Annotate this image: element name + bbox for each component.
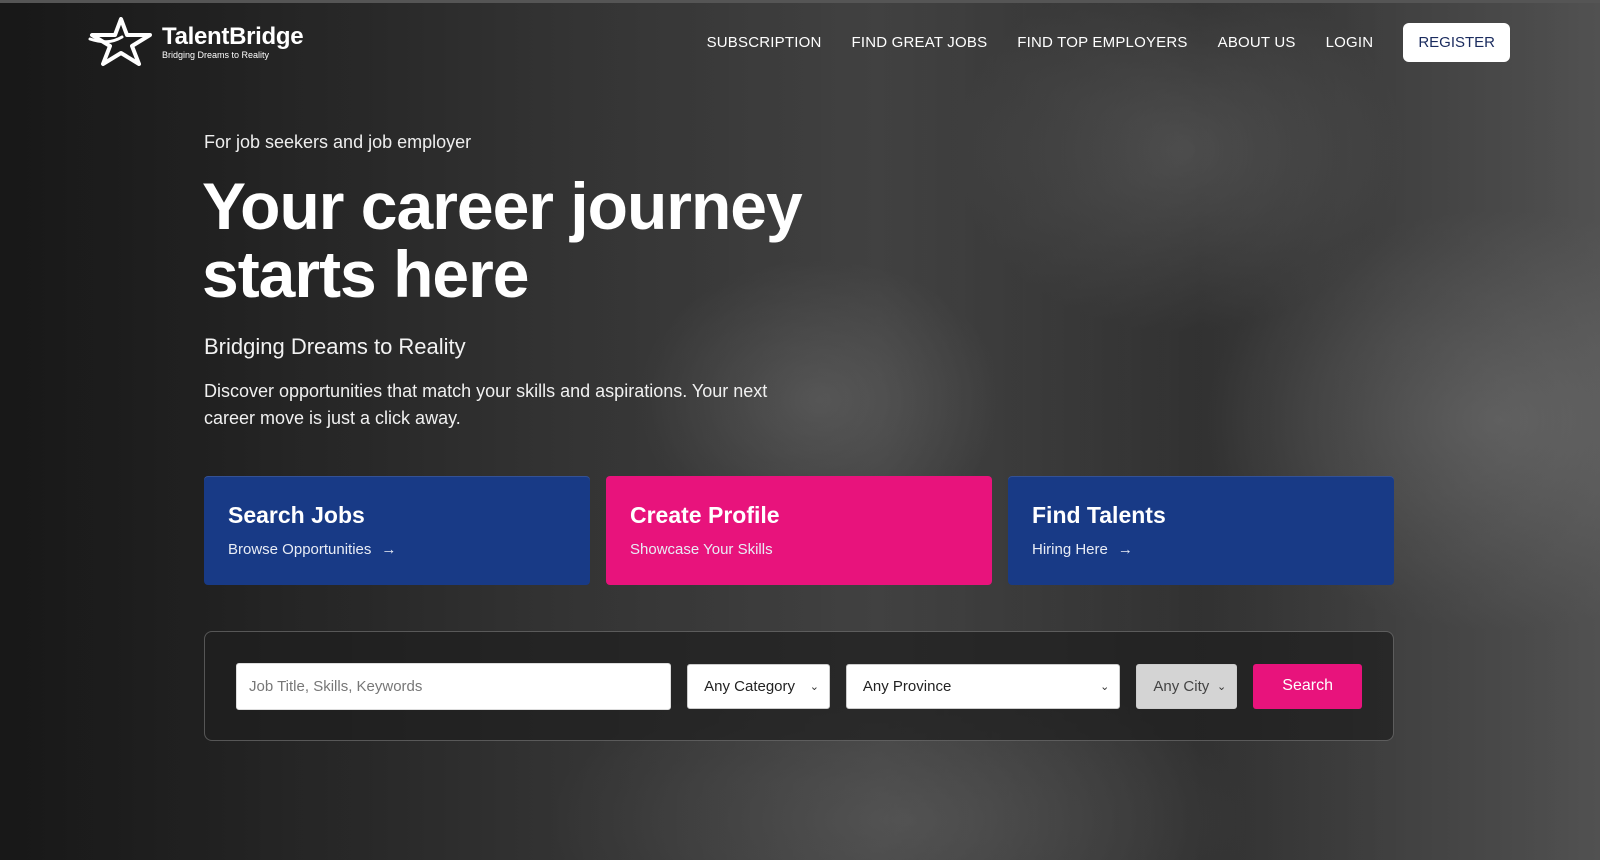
arrow-right-icon: → [381, 541, 397, 558]
card-subtitle-row: Hiring Here → [1032, 541, 1370, 558]
nav-find-top-employers[interactable]: FIND TOP EMPLOYERS [1017, 34, 1187, 51]
keyword-search-input[interactable] [236, 662, 672, 710]
find-talents-card[interactable]: Find Talents Hiring Here → [1008, 476, 1394, 585]
card-title: Find Talents [1032, 502, 1166, 528]
site-header: TalentBridge Bridging Dreams to Reality … [88, 16, 1510, 68]
nav-subscription[interactable]: SUBSCRIPTION [707, 34, 822, 51]
search-button[interactable]: Search [1253, 663, 1362, 709]
brand-logo[interactable]: TalentBridge Bridging Dreams to Reality [88, 17, 304, 67]
chevron-down-icon: ⌄ [1217, 680, 1227, 693]
card-subtitle-row: Browse Opportunities → [228, 541, 566, 558]
province-select[interactable]: Any Province ⌄ [845, 663, 1121, 709]
nav-find-great-jobs[interactable]: FIND GREAT JOBS [851, 34, 987, 51]
logo-text: TalentBridge Bridging Dreams to Reality [162, 23, 304, 61]
card-title: Search Jobs [228, 502, 365, 528]
card-subtitle-row: Showcase Your Skills [630, 541, 968, 558]
city-select-value: Any City [1153, 677, 1210, 695]
nav-about-us[interactable]: ABOUT US [1218, 34, 1296, 51]
card-subtitle: Hiring Here [1032, 541, 1108, 558]
card-subtitle: Showcase Your Skills [630, 541, 773, 558]
hero-subhead: Bridging Dreams to Reality [204, 334, 466, 359]
hero-description: Discover opportunities that match your s… [204, 381, 768, 428]
star-logo-icon [88, 17, 152, 66]
province-select-value: Any Province [862, 677, 952, 695]
brand-tagline: Bridging Dreams to Reality [162, 50, 270, 60]
create-profile-card[interactable]: Create Profile Showcase Your Skills [606, 476, 992, 585]
top-border [0, 0, 1600, 3]
hero-headline: Your career journey starts here [202, 169, 803, 311]
chevron-down-icon: ⌄ [809, 680, 819, 693]
nav-login[interactable]: LOGIN [1326, 34, 1374, 51]
arrow-right-icon: → [1117, 541, 1133, 558]
card-subtitle: Browse Opportunities [228, 541, 372, 558]
category-select-value: Any Category [704, 677, 796, 695]
main-nav: SUBSCRIPTION FIND GREAT JOBS FIND TOP EM… [707, 22, 1510, 62]
job-search-panel: Any Category ⌄ Any Province ⌄ Any City ⌄… [204, 631, 1394, 741]
category-select[interactable]: Any Category ⌄ [687, 663, 830, 709]
card-title: Create Profile [630, 502, 780, 528]
action-cards: Search Jobs Browse Opportunities → Creat… [204, 476, 1394, 585]
chevron-down-icon: ⌄ [1100, 680, 1110, 693]
register-button[interactable]: REGISTER [1403, 22, 1510, 62]
brand-name: TalentBridge [162, 23, 304, 50]
hero-eyebrow: For job seekers and job employer [204, 132, 472, 152]
search-jobs-card[interactable]: Search Jobs Browse Opportunities → [204, 476, 590, 585]
city-select[interactable]: Any City ⌄ [1136, 663, 1238, 709]
